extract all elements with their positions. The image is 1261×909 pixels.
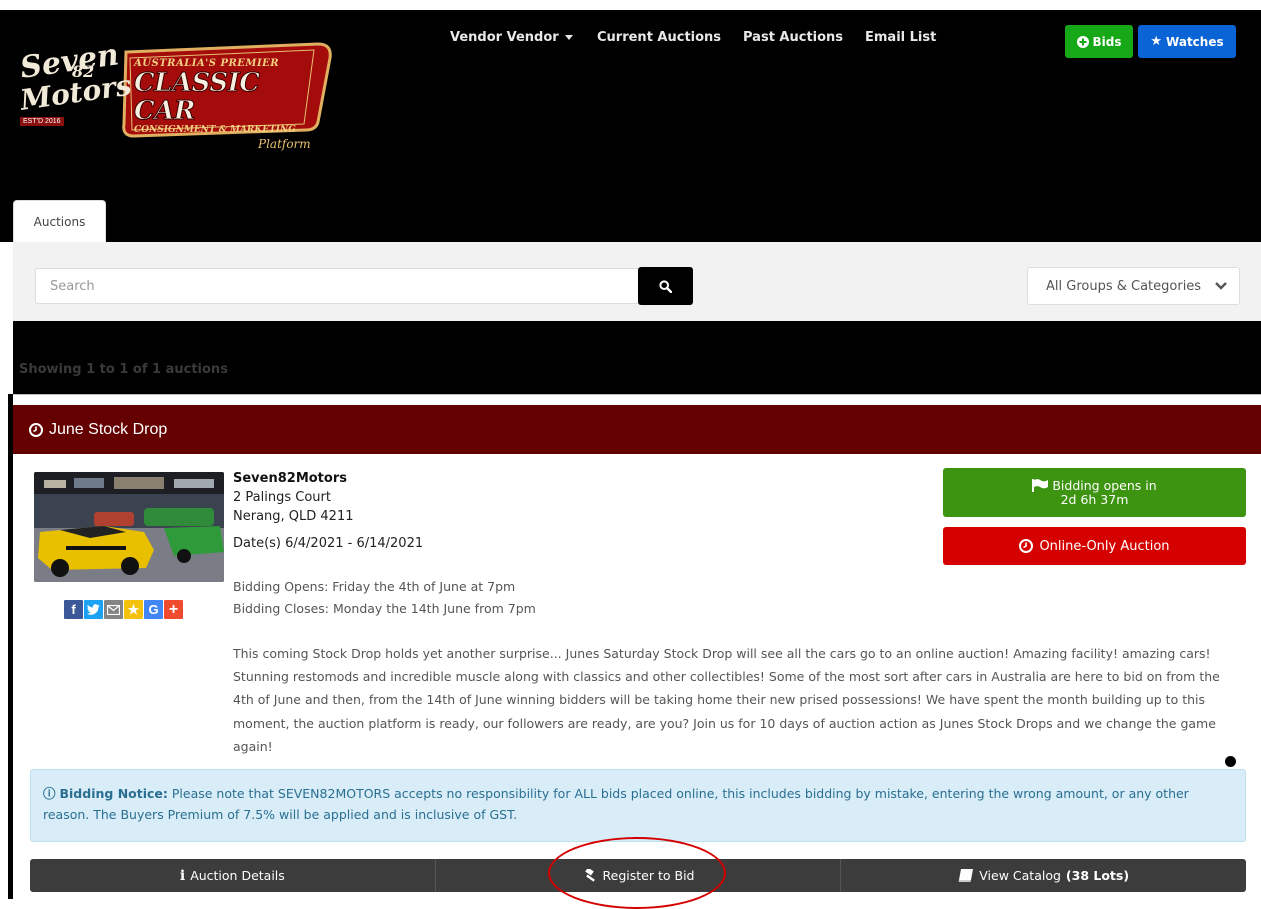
bidding-notice-text: Please note that SEVEN82MOTORS accepts n… <box>43 786 1189 822</box>
star-glyph: ★ <box>127 601 140 617</box>
view-catalog-button[interactable]: View Catalog (38 Lots) <box>841 859 1246 892</box>
results-count: Showing 1 to 1 of 1 auctions <box>19 362 228 377</box>
catalog-lot-count: (38 Lots) <box>1065 868 1130 883</box>
google-icon[interactable]: G <box>144 600 163 619</box>
results-band <box>13 321 1261 394</box>
star-icon: ★ <box>1150 34 1163 49</box>
logo-platform: Platform <box>258 137 311 151</box>
bidding-closes-text: Bidding Closes: Monday the 14th June fro… <box>233 601 536 616</box>
address-line-1: 2 Palings Court <box>233 490 331 505</box>
left-border <box>8 394 13 899</box>
facebook-icon[interactable]: f <box>64 600 83 619</box>
address-line-2: Nerang, QLD 4211 <box>233 509 354 524</box>
watches-label: Watches <box>1166 34 1224 49</box>
online-only-auction-button[interactable]: Online-Only Auction <box>943 527 1246 565</box>
view-catalog-label: View Catalog <box>979 868 1061 883</box>
info-icon: i <box>179 867 186 884</box>
bids-label: Bids <box>1092 34 1122 49</box>
category-select[interactable]: All Groups & Categories <box>1027 267 1240 305</box>
auction-details-button[interactable]: i Auction Details <box>30 859 436 892</box>
nav-email-list[interactable]: Email List <box>865 30 936 45</box>
tab-auctions[interactable]: Auctions <box>13 200 106 243</box>
plus-glyph: + <box>168 600 179 618</box>
clock-icon <box>29 422 43 437</box>
divider <box>13 394 1261 395</box>
nav-vendor-label: Vendor Vendor <box>450 30 559 45</box>
logo-script: Seven 82 Motors EST'D 2016 <box>18 37 133 148</box>
auction-description: This coming Stock Drop holds yet another… <box>233 646 1220 754</box>
auction-details-label: Auction Details <box>190 868 285 883</box>
google-letter: G <box>148 602 159 617</box>
book-icon <box>958 869 974 882</box>
facebook-letter: f <box>71 602 76 617</box>
watches-button[interactable]: ★ Watches <box>1138 25 1236 58</box>
logo-established: EST'D 2016 <box>20 117 64 126</box>
favorite-icon[interactable]: ★ <box>124 600 143 619</box>
bids-button[interactable]: Bids <box>1065 25 1133 58</box>
plus-circle-icon <box>1076 35 1089 48</box>
search-icon <box>659 279 672 293</box>
search-button[interactable] <box>638 267 693 305</box>
auction-dates: Date(s) 6/4/2021 - 6/14/2021 <box>233 536 424 551</box>
logo-subtext: CONSIGNMENT & MARKETING <box>134 125 296 135</box>
flag-icon <box>1032 479 1049 492</box>
bidding-opens-label: Bidding opens in <box>1052 477 1157 493</box>
logo-text: AUSTRALIA'S PREMIER CLASSIC CAR CONSIGNM… <box>134 58 324 151</box>
vendor-name: Seven82Motors <box>233 471 347 486</box>
nav-past-auctions[interactable]: Past Auctions <box>743 30 843 45</box>
auction-title-bar[interactable]: June Stock Drop <box>13 405 1261 454</box>
info-circle-icon: ⓘ <box>43 786 56 801</box>
caret-down-icon <box>564 35 573 40</box>
clock-icon <box>1019 539 1034 553</box>
bidding-notice-label: Bidding Notice: <box>59 786 168 801</box>
highlight-circle <box>548 837 726 909</box>
auction-type-label: Online-Only Auction <box>1039 538 1170 554</box>
bidding-countdown: 2d 6h 37m <box>1060 491 1129 507</box>
logo-main-text: CLASSIC CAR <box>134 68 261 126</box>
email-icon[interactable] <box>104 600 123 619</box>
bidding-opens-button[interactable]: Bidding opens in 2d 6h 37m <box>943 468 1246 517</box>
tab-auctions-label: Auctions <box>33 215 86 229</box>
bidding-opens-text: Bidding Opens: Friday the 4th of June at… <box>233 579 516 594</box>
nav-current-auctions[interactable]: Current Auctions <box>597 30 721 45</box>
bidding-notice: ⓘ Bidding Notice: Please note that SEVEN… <box>30 769 1246 842</box>
plus-icon[interactable]: + <box>164 600 183 619</box>
category-select-value: All Groups & Categories <box>1046 278 1202 294</box>
auction-thumbnail[interactable] <box>34 472 224 582</box>
auction-title: June Stock Drop <box>49 420 168 438</box>
scroll-indicator[interactable] <box>1225 756 1236 767</box>
chevron-down-icon <box>1215 282 1227 290</box>
search-input[interactable] <box>35 268 639 304</box>
nav-vendor-menu[interactable]: Vendor Vendor <box>450 30 573 45</box>
twitter-icon[interactable] <box>84 600 103 619</box>
